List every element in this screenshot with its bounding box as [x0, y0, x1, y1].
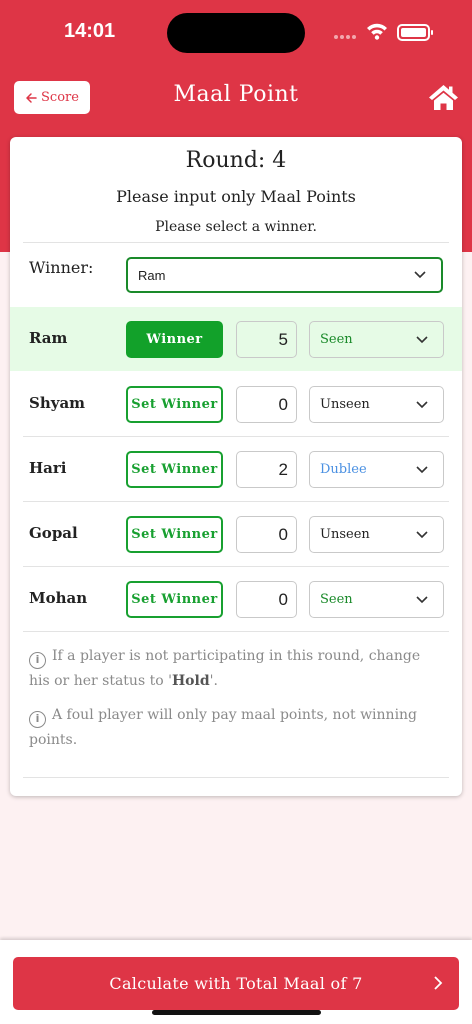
player-name: Ram	[29, 329, 68, 347]
hold-status-note: i If a player is not participating in thi…	[29, 648, 421, 689]
player-name: Gopal	[29, 524, 78, 542]
battery-icon	[397, 24, 433, 41]
chevron-down-icon	[416, 530, 428, 538]
player-row: Shyam Set Winner 0 Unseen	[10, 372, 462, 436]
player-status-select[interactable]: Unseen	[309, 386, 444, 423]
calculate-button[interactable]: Calculate with Total Maal of 7	[13, 957, 459, 1010]
chevron-down-icon	[414, 271, 426, 279]
player-status-select[interactable]: Seen	[309, 321, 444, 358]
wifi-icon	[367, 23, 387, 40]
player-status-value: Seen	[320, 592, 353, 607]
player-status-value: Dublee	[320, 462, 367, 477]
chevron-down-icon	[416, 400, 428, 408]
set-winner-button[interactable]: Set Winner	[126, 581, 223, 618]
winner-label: Winner:	[29, 258, 94, 277]
round-title: Round: 4	[185, 148, 287, 173]
set-winner-button[interactable]: Set Winner	[126, 516, 223, 553]
player-status-value: Unseen	[320, 397, 370, 412]
player-name: Shyam	[29, 394, 86, 412]
maal-points-input[interactable]: 0	[236, 516, 297, 553]
player-status-value: Seen	[320, 332, 353, 347]
maal-points-input[interactable]: 5	[236, 321, 297, 358]
page-title: Maal Point	[173, 82, 299, 107]
winner-select[interactable]: Ram	[126, 257, 443, 293]
chevron-down-icon	[416, 595, 428, 603]
maal-points-input[interactable]: 0	[236, 581, 297, 618]
foul-player-note: iA foul player will only pay maal points…	[29, 707, 418, 748]
set-winner-button[interactable]: Set Winner	[126, 386, 223, 423]
chevron-down-icon	[416, 335, 428, 343]
winner-select-value: Ram	[138, 267, 166, 283]
info-icon: i	[29, 652, 46, 669]
divider	[23, 631, 449, 632]
cellular-signal-icon	[334, 35, 358, 39]
divider	[23, 242, 449, 243]
home-indicator	[152, 1010, 321, 1015]
maal-points-input[interactable]: 2	[236, 451, 297, 488]
player-row: Ram Winner 5 Seen	[10, 307, 462, 371]
chevron-down-icon	[416, 465, 428, 473]
player-row: Gopal Set Winner 0 Unseen	[10, 502, 462, 566]
player-status-select[interactable]: Unseen	[309, 516, 444, 553]
player-status-select[interactable]: Dublee	[309, 451, 444, 488]
status-bar: 14:01	[0, 0, 472, 64]
maal-instruction: Please input only Maal Points	[116, 187, 356, 206]
player-row: Hari Set Winner 2 Dublee	[10, 437, 462, 501]
maal-points-input[interactable]: 0	[236, 386, 297, 423]
player-row: Mohan Set Winner 0 Seen	[10, 567, 462, 631]
set-winner-button[interactable]: Set Winner	[126, 451, 223, 488]
player-status-value: Unseen	[320, 527, 370, 542]
divider	[23, 777, 449, 778]
player-status-select[interactable]: Seen	[309, 581, 444, 618]
home-icon[interactable]	[428, 84, 459, 111]
calculate-button-label: Calculate with Total Maal of 7	[109, 974, 363, 993]
player-name: Mohan	[29, 589, 88, 607]
info-icon: i	[29, 711, 46, 728]
player-name: Hari	[29, 459, 67, 477]
status-time: 14:01	[64, 20, 116, 42]
winner-instruction: Please select a winner.	[155, 219, 317, 235]
winner-button[interactable]: Winner	[126, 321, 223, 358]
dynamic-island	[167, 13, 305, 53]
chevron-right-icon	[434, 976, 443, 990]
